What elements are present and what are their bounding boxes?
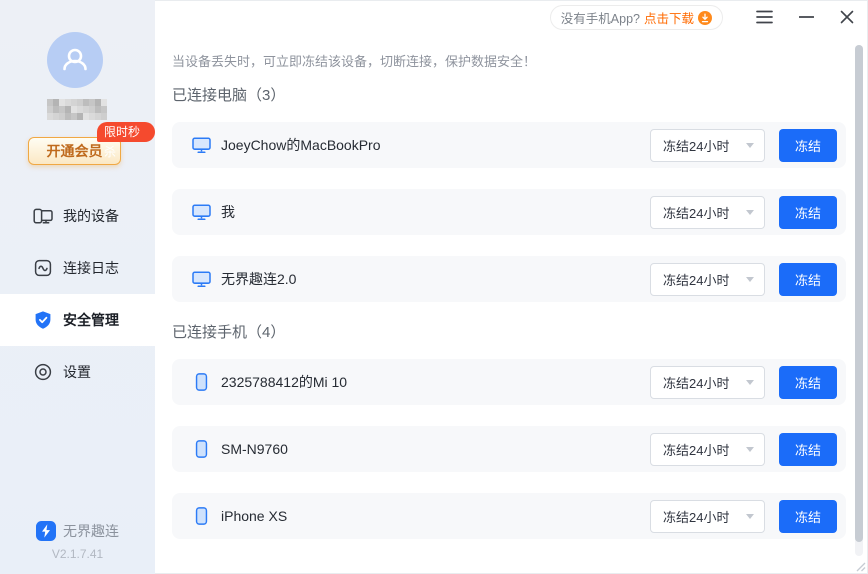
sidebar-item-label: 连接日志 xyxy=(63,258,119,278)
device-sections: 已连接电脑（3） JoeyChow的MacBookPro 冻结24小时 冻结 我… xyxy=(172,86,846,539)
device-row: SM-N9760 冻结24小时 冻结 xyxy=(172,426,846,472)
sidebar: 限时秒杀 开通会员 我的设备 xyxy=(0,0,155,574)
freeze-duration-select[interactable]: 冻结24小时 xyxy=(650,263,765,296)
security-notice: 当设备丢失时，可立即冻结该设备，切断连接，保护数据安全！ xyxy=(172,54,846,70)
freeze-duration-select[interactable]: 冻结24小时 xyxy=(650,196,765,229)
app-version: V2.1.7.41 xyxy=(0,547,155,561)
device-name: 2325788412的Mi 10 xyxy=(221,372,347,392)
freeze-duration-value: 冻结24小时 xyxy=(663,270,746,289)
settings-icon xyxy=(33,362,53,382)
device-rows: 2325788412的Mi 10 冻结24小时 冻结 SM-N9760 冻结24… xyxy=(172,359,846,539)
freeze-duration-value: 冻结24小时 xyxy=(663,203,746,222)
computer-icon xyxy=(190,204,212,221)
freeze-button[interactable]: 冻结 xyxy=(779,366,837,399)
freeze-duration-select[interactable]: 冻结24小时 xyxy=(650,500,765,533)
freeze-button[interactable]: 冻结 xyxy=(779,196,837,229)
device-name: 我 xyxy=(221,202,235,222)
resize-grip-icon[interactable] xyxy=(854,560,866,572)
device-row: iPhone XS 冻结24小时 冻结 xyxy=(172,493,846,539)
app-window: 限时秒杀 开通会员 我的设备 xyxy=(0,0,868,574)
flash-sale-badge: 限时秒杀 xyxy=(97,122,155,142)
freeze-duration-value: 冻结24小时 xyxy=(663,507,746,526)
freeze-button[interactable]: 冻结 xyxy=(779,263,837,296)
phone-icon xyxy=(190,440,212,458)
user-icon xyxy=(58,43,92,77)
sidebar-item-security[interactable]: 安全管理 xyxy=(0,294,155,346)
freeze-duration-select[interactable]: 冻结24小时 xyxy=(650,433,765,466)
device-row: 2325788412的Mi 10 冻结24小时 冻结 xyxy=(172,359,846,405)
device-section: 已连接电脑（3） JoeyChow的MacBookPro 冻结24小时 冻结 我… xyxy=(172,86,846,302)
chevron-down-icon xyxy=(746,143,754,148)
brand-block: 无界趣连 V2.1.7.41 xyxy=(0,521,155,561)
device-rows: JoeyChow的MacBookPro 冻结24小时 冻结 我 冻结24小时 冻… xyxy=(172,122,846,302)
freeze-button[interactable]: 冻结 xyxy=(779,129,837,162)
chevron-down-icon xyxy=(746,447,754,452)
sidebar-item-label: 安全管理 xyxy=(63,310,119,330)
freeze-duration-select[interactable]: 冻结24小时 xyxy=(650,129,765,162)
main-content: 当设备丢失时，可立即冻结该设备，切断连接，保护数据安全！ 已连接电脑（3） Jo… xyxy=(155,0,846,560)
connection-log-icon xyxy=(33,258,53,278)
sidebar-item-label: 我的设备 xyxy=(63,206,119,226)
chevron-down-icon xyxy=(746,380,754,385)
phone-icon xyxy=(190,507,212,525)
device-row: 无界趣连2.0 冻结24小时 冻结 xyxy=(172,256,846,302)
device-row: JoeyChow的MacBookPro 冻结24小时 冻结 xyxy=(172,122,846,168)
computer-icon xyxy=(190,271,212,288)
freeze-button[interactable]: 冻结 xyxy=(779,500,837,533)
sidebar-item-connection-logs[interactable]: 连接日志 xyxy=(0,242,155,294)
chevron-down-icon xyxy=(746,277,754,282)
app-logo-icon xyxy=(36,521,56,541)
computer-icon xyxy=(190,137,212,154)
shield-check-icon xyxy=(33,310,53,330)
chevron-down-icon xyxy=(746,514,754,519)
phone-and-monitor-icon xyxy=(33,206,53,226)
sidebar-item-settings[interactable]: 设置 xyxy=(0,346,155,398)
phone-icon xyxy=(190,373,212,391)
freeze-duration-value: 冻结24小时 xyxy=(663,136,746,155)
device-section: 已连接手机（4） 2325788412的Mi 10 冻结24小时 冻结 SM-N… xyxy=(172,323,846,539)
sidebar-item-my-devices[interactable]: 我的设备 xyxy=(0,190,155,242)
device-name: iPhone XS xyxy=(221,508,287,524)
section-title: 已连接手机（4） xyxy=(172,323,846,343)
freeze-duration-value: 冻结24小时 xyxy=(663,373,746,392)
sidebar-menu: 我的设备 连接日志 安全管理 xyxy=(0,190,155,398)
freeze-button[interactable]: 冻结 xyxy=(779,433,837,466)
avatar[interactable] xyxy=(47,32,103,88)
device-name: SM-N9760 xyxy=(221,441,288,457)
app-name: 无界趣连 xyxy=(63,521,119,541)
freeze-duration-value: 冻结24小时 xyxy=(663,440,746,459)
device-name: JoeyChow的MacBookPro xyxy=(221,135,381,155)
device-row: 我 冻结24小时 冻结 xyxy=(172,189,846,235)
chevron-down-icon xyxy=(746,210,754,215)
username-redacted xyxy=(47,99,107,120)
device-name: 无界趣连2.0 xyxy=(221,269,296,289)
freeze-duration-select[interactable]: 冻结24小时 xyxy=(650,366,765,399)
section-title: 已连接电脑（3） xyxy=(172,86,846,106)
scrollbar-thumb[interactable] xyxy=(855,45,863,542)
sidebar-item-label: 设置 xyxy=(63,362,91,382)
